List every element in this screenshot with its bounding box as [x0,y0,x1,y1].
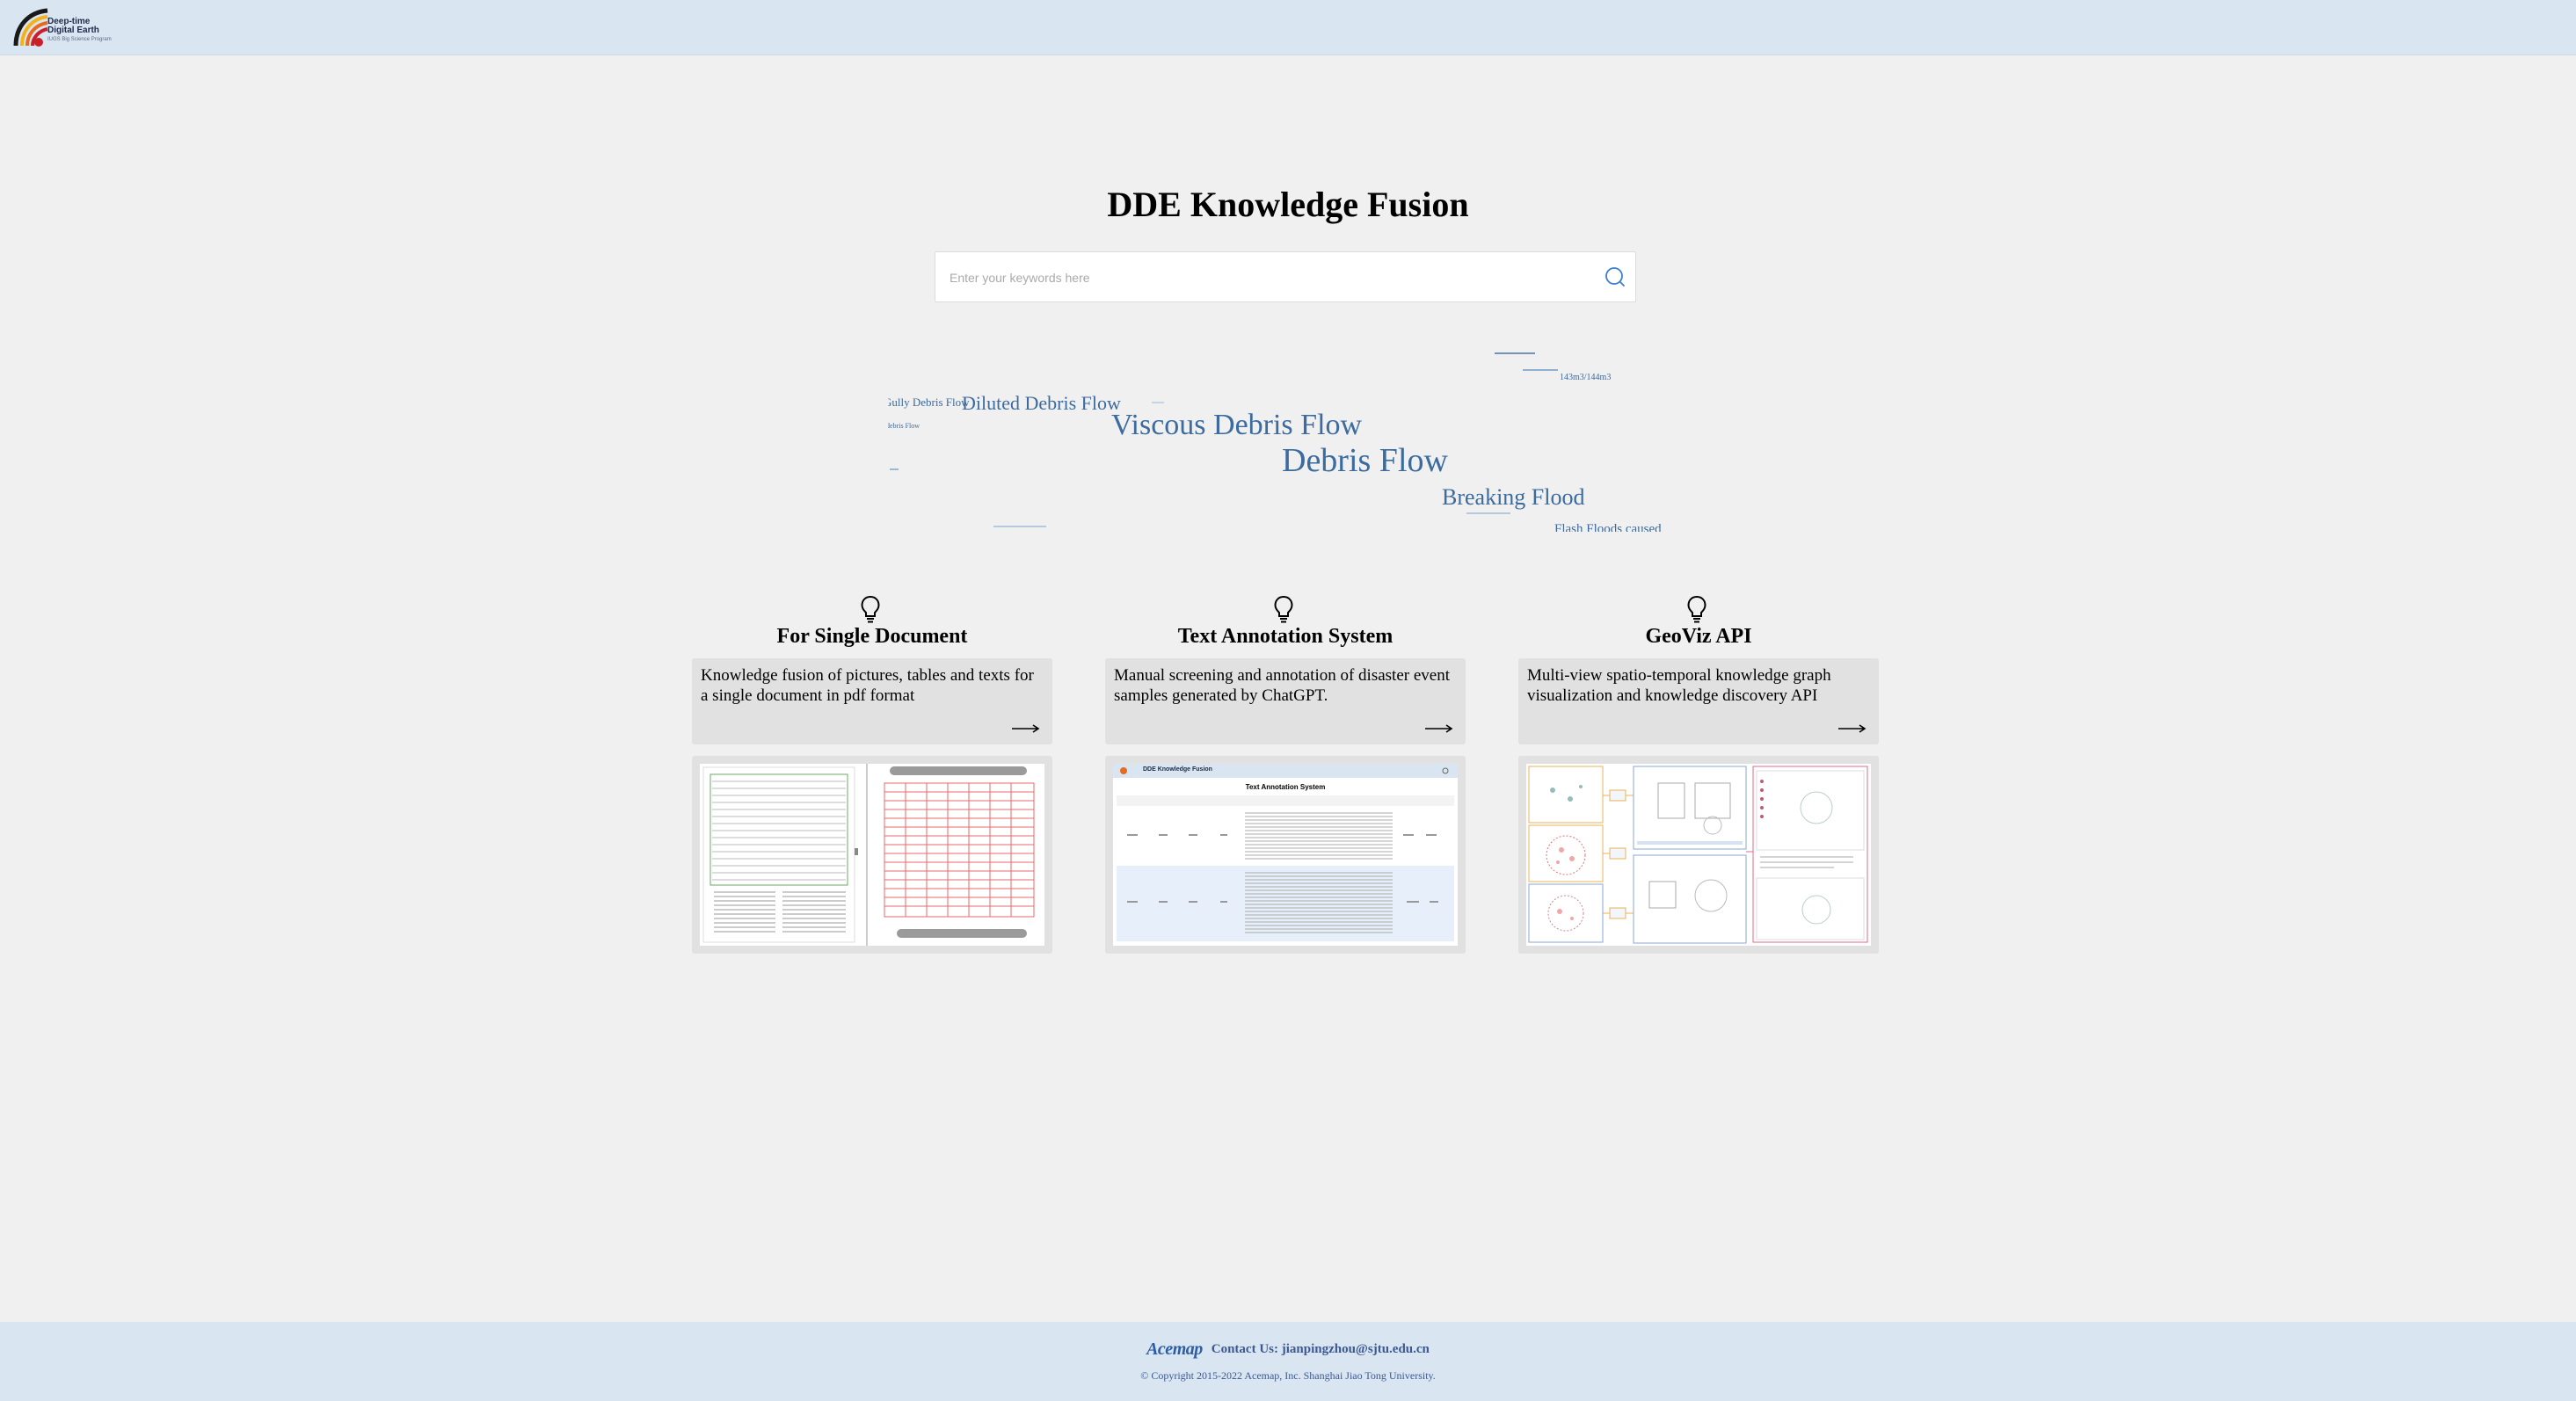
deep-time-digital-earth-logo[interactable]: Deep-time Digital Earth IUGS Big Science… [12,7,112,47]
cloud-faint-mark [1466,512,1510,514]
knowledge-graph-illustration [1526,764,1871,946]
cloud-word[interactable]: Flash Floods caused [1554,523,1662,533]
copyright-text: © Copyright 2015-2022 Acemap, Inc. Shang… [1140,1369,1436,1382]
feature-description: Multi-view spatio-temporal knowledge gra… [1527,666,1831,705]
cloud-faint-mark [993,526,1046,527]
search-input[interactable] [948,252,1584,303]
lightbulb-icon [1274,595,1293,623]
feature-single-document: For Single Document Knowledge fusion of … [692,591,1052,960]
cloud-faint-mark [1495,347,1535,354]
cloud-word[interactable]: debris Flow [888,423,920,430]
top-header: Deep-time Digital Earth IUGS Big Science… [0,0,2576,55]
feature-description-card[interactable]: Manual screening and annotation of disas… [1105,658,1466,744]
search-icon[interactable] [1604,265,1626,288]
cloud-word[interactable]: Diluted Debris Flow [962,394,1121,413]
feature-description: Manual screening and annotation of disas… [1114,666,1450,705]
contact-email[interactable]: Contact Us: jianpingzhou@sjtu.edu.cn [1212,1342,1430,1356]
cloud-word[interactable]: Viscous Debris Flow [1111,410,1362,440]
arrow-right-icon[interactable] [1425,724,1453,733]
cloud-faint-mark [1523,369,1558,371]
geoviz-preview-image [1526,764,1871,946]
cloud-word[interactable]: Gully Debris Flow [888,396,970,408]
logo-line3: IUGS Big Science Program [47,37,112,42]
lightbulb-icon [1687,595,1706,623]
cloud-word[interactable]: Debris Flow [1282,444,1448,477]
feature-preview-card[interactable] [692,756,1052,954]
cloud-word[interactable]: Breaking Flood [1442,486,1585,509]
feature-description-card[interactable]: Multi-view spatio-temporal knowledge gra… [1518,658,1879,744]
feature-title: Text Annotation System [1177,625,1394,648]
footer-contact-row: Acemap Contact Us: jianpingzhou@sjtu.edu.… [0,1339,2576,1360]
cloud-faint-mark [890,468,899,470]
logo-arc-icon [13,8,48,47]
acemap-logo[interactable]: Acemap [1146,1339,1203,1360]
logo-line2: Digital Earth [47,25,99,35]
cloud-word[interactable]: 143m3/144m3 [1560,374,1611,382]
cloud-faint-mark [1152,402,1164,403]
feature-description-card[interactable]: Knowledge fusion of pictures, tables and… [692,658,1052,744]
feature-preview-card[interactable] [1518,756,1879,954]
arrow-right-icon[interactable] [1012,724,1040,733]
text-annotation-preview-image: DDE Knowledge Fusion Text Annotation Sys… [1113,764,1458,946]
single-document-preview-image [700,764,1044,946]
feature-geoviz-api: GeoViz API Multi-view spatio-temporal kn… [1518,591,1879,960]
page-title: DDE Knowledge Fusion [1107,185,1469,224]
table-extraction-illustration [700,764,1044,946]
annotation-table-illustration [1117,767,1454,941]
feature-preview-card[interactable]: DDE Knowledge Fusion Text Annotation Sys… [1105,756,1466,954]
feature-description: Knowledge fusion of pictures, tables and… [701,666,1034,705]
feature-text-annotation: Text Annotation System Manual screening … [1105,591,1466,960]
feature-title: GeoViz API [1645,625,1752,648]
keyword-cloud: Gully Debris Flow Diluted Debris Flow Vi… [888,347,1688,532]
arrow-right-icon[interactable] [1838,724,1867,733]
feature-title: For Single Document [776,625,968,648]
search-bar [935,251,1636,303]
page-footer: Acemap Contact Us: jianpingzhou@sjtu.edu.… [0,1322,2576,1401]
lightbulb-icon [861,595,880,623]
